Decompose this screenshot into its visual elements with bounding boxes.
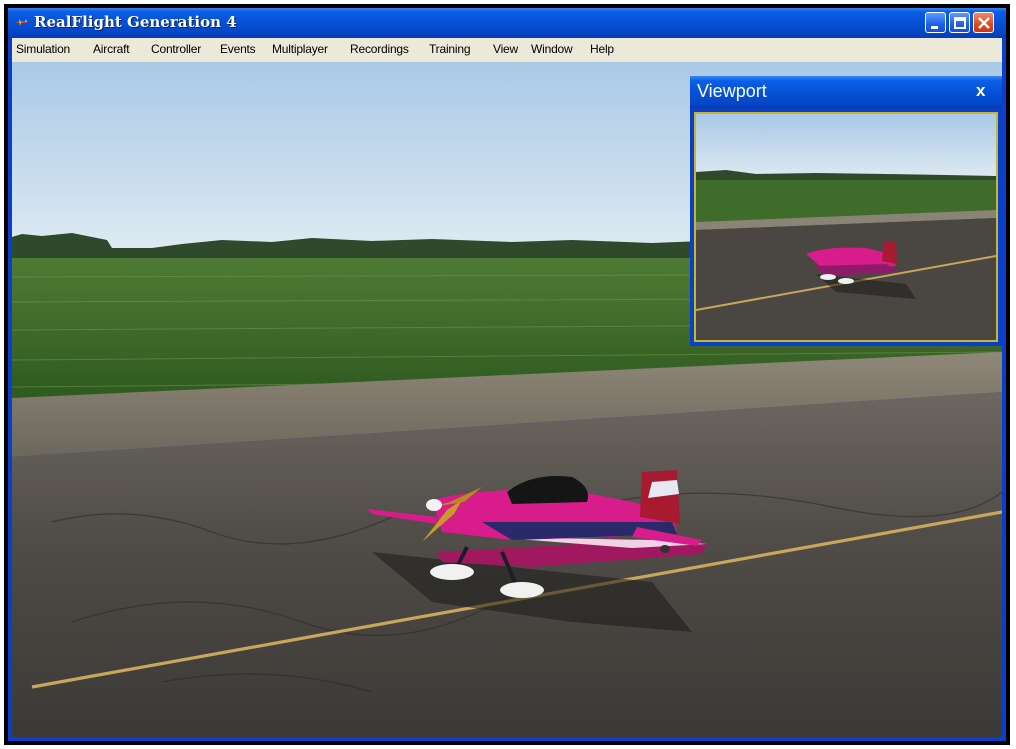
wheel-pant-right <box>500 582 544 598</box>
viewport-title: Viewport <box>697 81 767 101</box>
menu-recordings[interactable]: Recordings <box>350 42 409 56</box>
viewport-title-bar[interactable]: Viewport x <box>690 76 1002 108</box>
menu-events[interactable]: Events <box>220 42 256 56</box>
viewport-panel: Viewport x <box>690 76 1002 346</box>
viewport-scene <box>696 114 996 340</box>
title-bar[interactable]: RealFlight Generation 4 <box>8 8 1006 38</box>
minimize-button[interactable] <box>925 12 946 33</box>
menu-bar: Simulation Aircraft Controller Events Mu… <box>12 38 1002 62</box>
app-window: RealFlight Generation 4 Simulation Aircr… <box>8 8 1006 741</box>
menu-window[interactable]: Window <box>531 42 573 56</box>
viewport-camera-view[interactable] <box>694 112 998 342</box>
aircraft-icon <box>15 19 29 26</box>
close-icon <box>978 17 990 29</box>
menu-simulation[interactable]: Simulation <box>16 42 70 56</box>
maximize-icon <box>954 17 966 29</box>
wheel-pant-left <box>430 564 474 580</box>
window-title: RealFlight Generation 4 <box>34 13 237 31</box>
menu-help[interactable]: Help <box>590 42 614 56</box>
menu-multiplayer[interactable]: Multiplayer <box>272 42 328 56</box>
menu-aircraft[interactable]: Aircraft <box>93 42 130 56</box>
menu-controller[interactable]: Controller <box>151 42 201 56</box>
minimize-icon <box>931 26 938 29</box>
menu-view[interactable]: View <box>493 42 518 56</box>
maximize-button[interactable] <box>949 12 970 33</box>
close-button[interactable] <box>973 12 994 33</box>
viewport-close-button[interactable]: x <box>976 81 985 101</box>
menu-training[interactable]: Training <box>429 42 471 56</box>
